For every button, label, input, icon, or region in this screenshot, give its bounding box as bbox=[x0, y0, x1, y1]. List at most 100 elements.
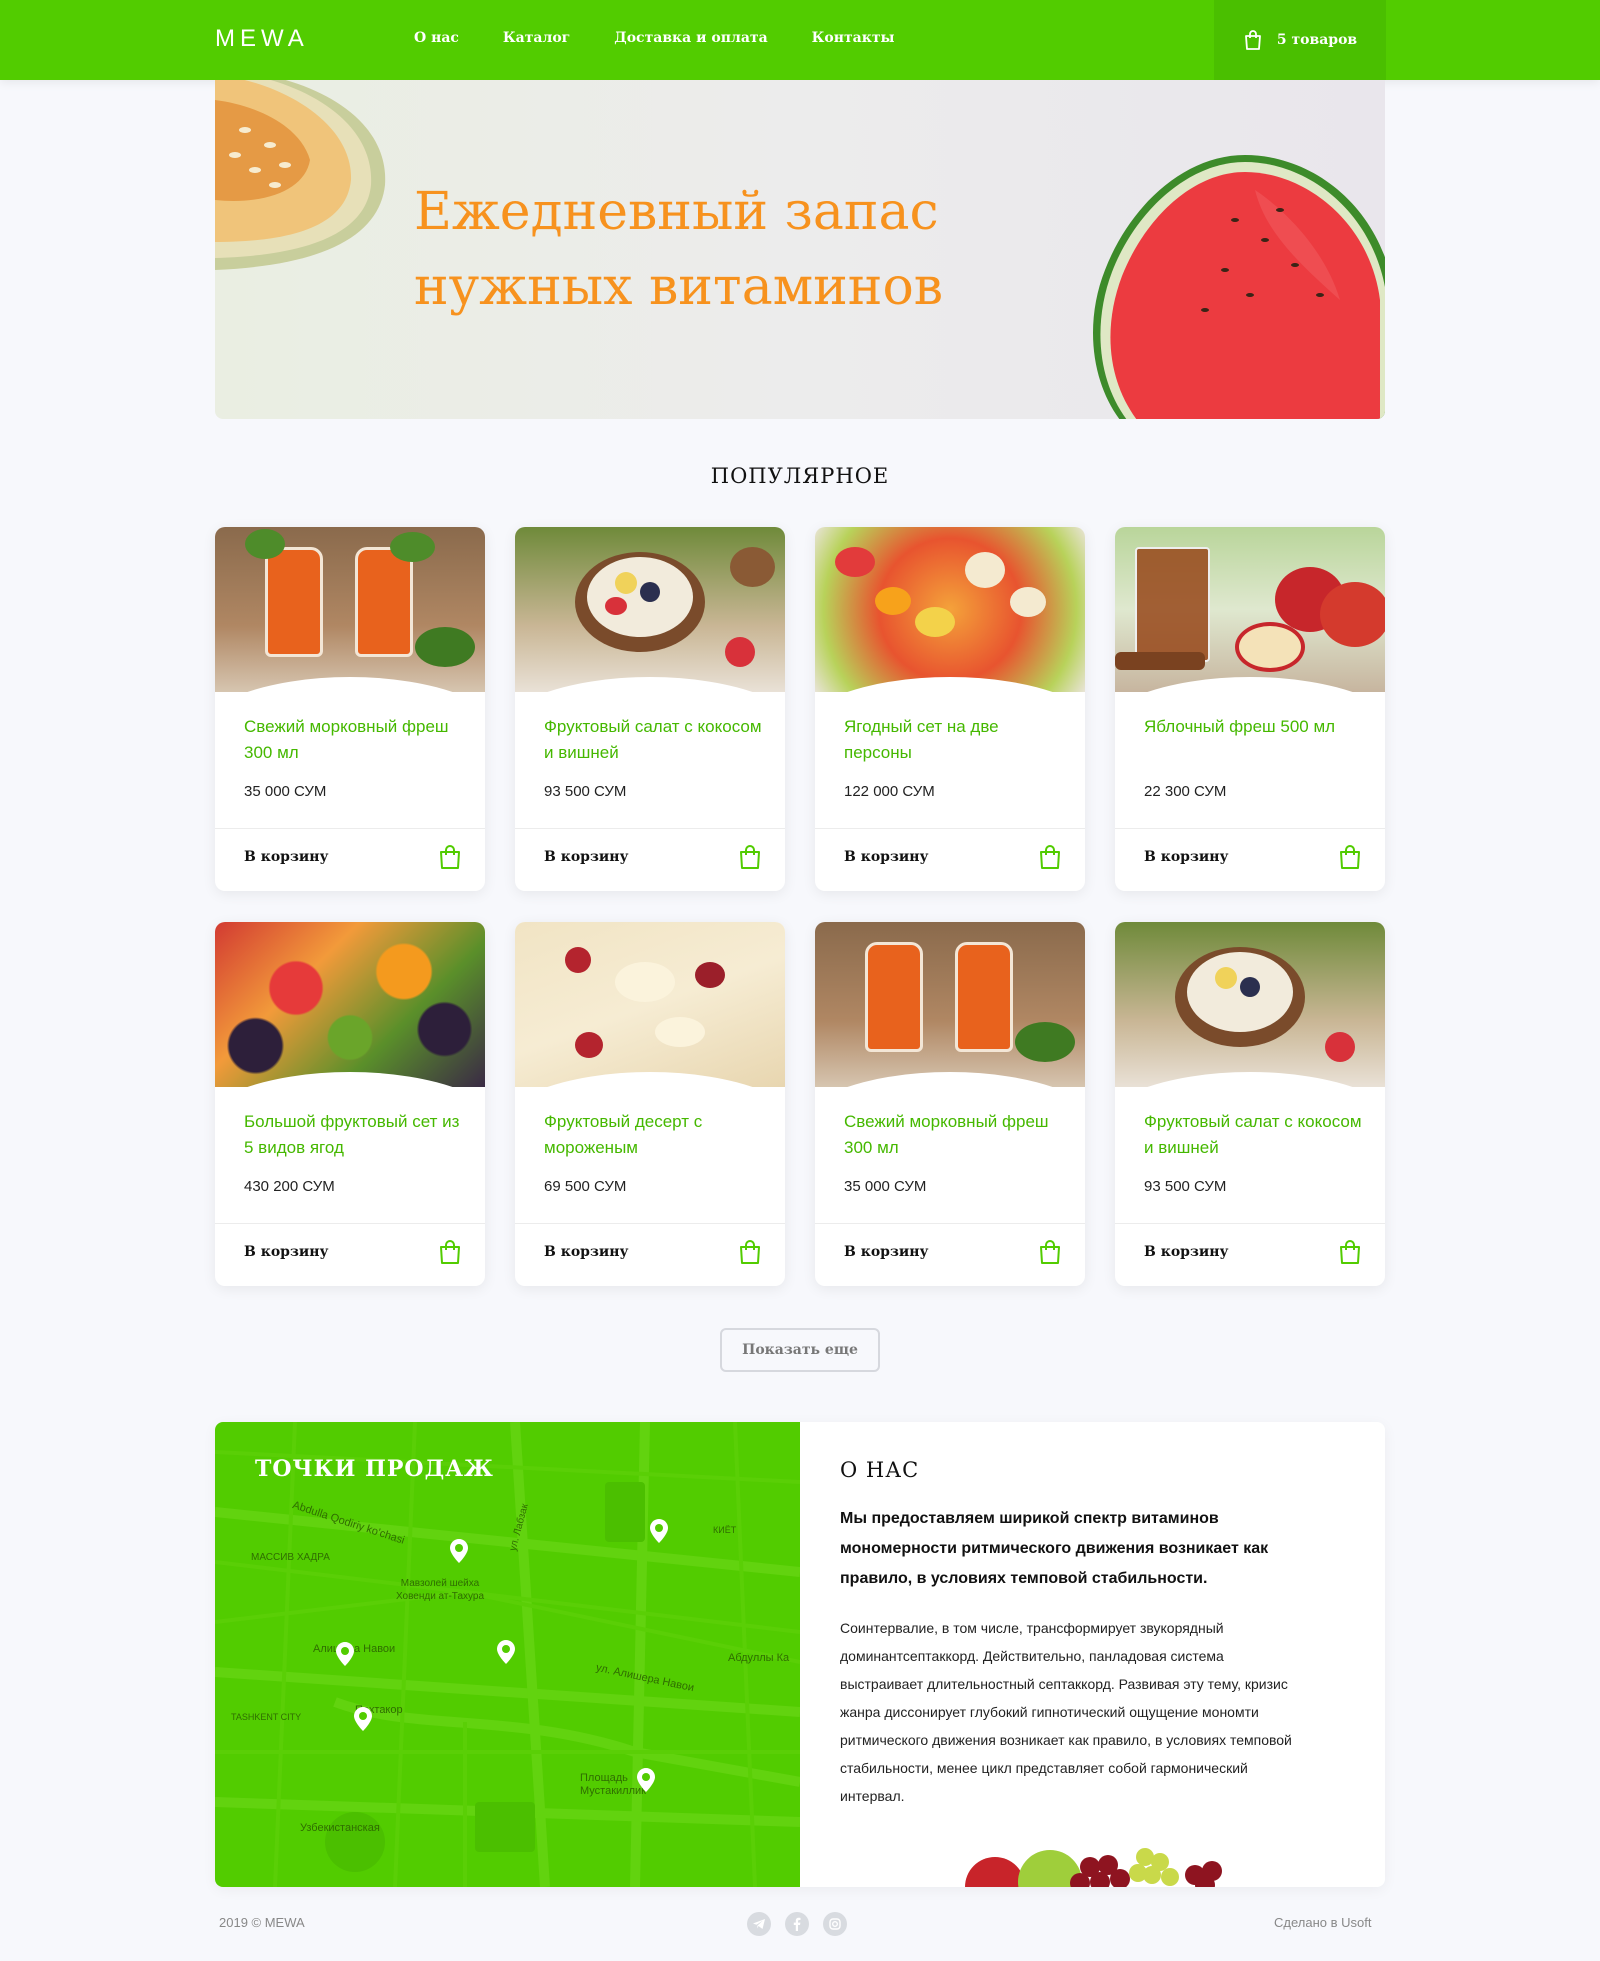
map-label: КИЁТ bbox=[713, 1525, 737, 1535]
popular-section-title: ПОПУЛЯРНОЕ bbox=[710, 464, 890, 488]
instagram-icon[interactable] bbox=[823, 1912, 847, 1936]
hero-banner: Ежедневный запас нужных витаминов bbox=[215, 80, 1385, 419]
map-pin-icon[interactable] bbox=[354, 1707, 372, 1731]
card-divider bbox=[515, 1223, 785, 1224]
fruit-image bbox=[965, 1848, 1222, 1887]
product-name[interactable]: Свежий морковный фреш 300 мл bbox=[244, 714, 464, 766]
map-label: Алишера Навои bbox=[313, 1643, 396, 1655]
shopping-bag-icon[interactable] bbox=[1338, 844, 1362, 870]
social-links bbox=[747, 1912, 847, 1936]
cart-count: 5 товаров bbox=[1276, 32, 1358, 48]
shopping-bag-icon[interactable] bbox=[438, 1239, 462, 1265]
product-price: 35 000 СУМ bbox=[244, 783, 327, 800]
nav-about[interactable]: О нас bbox=[414, 30, 459, 46]
product-name[interactable]: Большой фруктовый сет из 5 видов ягод bbox=[244, 1109, 464, 1161]
about-lead: Мы предоставляем ширикой спектр витамино… bbox=[840, 1510, 1269, 1587]
main-nav: О нас Каталог Доставка и оплата Контакты bbox=[414, 30, 895, 46]
map-label: TASHKENT CITY bbox=[231, 1712, 302, 1722]
add-to-cart-button[interactable]: В корзину bbox=[544, 849, 628, 865]
hero-title: Ежедневный запас нужных витаминов bbox=[414, 175, 943, 325]
product-card: Яблочный фреш 500 мл 22 300 СУМ В корзин… bbox=[1115, 527, 1385, 891]
card-divider bbox=[515, 828, 785, 829]
product-card: Свежий морковный фреш 300 мл 35 000 СУМ … bbox=[215, 527, 485, 891]
bottom-section: ТОЧКИ ПРОДАЖ Алишера Навои Пахтакор Узбе… bbox=[215, 1422, 1385, 1887]
add-to-cart-button[interactable]: В корзину bbox=[1144, 849, 1228, 865]
product-image[interactable] bbox=[215, 527, 485, 692]
about-text: Соинтервалие, в том числе, трансформируе… bbox=[840, 1620, 1292, 1804]
watermelon-image bbox=[1093, 155, 1385, 419]
credit: Сделано в Usoft bbox=[1274, 1915, 1372, 1930]
map-pin-icon[interactable] bbox=[450, 1539, 468, 1563]
copyright: 2019 © MEWA bbox=[219, 1915, 305, 1930]
product-name[interactable]: Ягодный сет на две персоны bbox=[844, 714, 1064, 766]
product-card: Свежий морковный фреш 300 мл 35 000 СУМ … bbox=[815, 922, 1085, 1286]
product-price: 430 200 СУМ bbox=[244, 1178, 335, 1195]
product-price: 69 500 СУМ bbox=[544, 1178, 627, 1195]
show-more-button[interactable]: Показать еще bbox=[720, 1328, 880, 1372]
shopping-bag-icon[interactable] bbox=[1038, 844, 1062, 870]
product-price: 35 000 СУМ bbox=[844, 1178, 927, 1195]
shopping-bag-icon[interactable] bbox=[1338, 1239, 1362, 1265]
hero-title-line1: Ежедневный запас bbox=[414, 182, 939, 242]
nav-catalog[interactable]: Каталог bbox=[503, 30, 570, 46]
product-image[interactable] bbox=[515, 527, 785, 692]
add-to-cart-button[interactable]: В корзину bbox=[844, 1244, 928, 1260]
product-card: Фруктовый десерт с мороженым 69 500 СУМ … bbox=[515, 922, 785, 1286]
product-price: 93 500 СУМ bbox=[544, 783, 627, 800]
product-price: 93 500 СУМ bbox=[1144, 1178, 1227, 1195]
product-card: Фруктовый салат с кокосом и вишней 93 50… bbox=[1115, 922, 1385, 1286]
product-name[interactable]: Фруктовый салат с кокосом и вишней bbox=[544, 714, 764, 766]
map-title: ТОЧКИ ПРОДАЖ bbox=[255, 1456, 494, 1482]
product-card: Фруктовый салат с кокосом и вишней 93 50… bbox=[515, 527, 785, 891]
shopping-bag-icon[interactable] bbox=[738, 1239, 762, 1265]
card-divider bbox=[1115, 1223, 1385, 1224]
product-image[interactable] bbox=[515, 922, 785, 1087]
product-name[interactable]: Свежий морковный фреш 300 мл bbox=[844, 1109, 1064, 1161]
shopping-bag-icon bbox=[1244, 30, 1261, 50]
product-image[interactable] bbox=[815, 527, 1085, 692]
product-name[interactable]: Яблочный фреш 500 мл bbox=[1144, 714, 1364, 740]
product-image[interactable] bbox=[1115, 527, 1385, 692]
product-price: 122 000 СУМ bbox=[844, 783, 935, 800]
add-to-cart-button[interactable]: В корзину bbox=[1144, 1244, 1228, 1260]
product-name[interactable]: Фруктовый десерт с мороженым bbox=[544, 1109, 764, 1161]
product-price: 22 300 СУМ bbox=[1144, 783, 1227, 800]
card-divider bbox=[215, 828, 485, 829]
hero-title-line2: нужных витаминов bbox=[414, 257, 944, 317]
add-to-cart-button[interactable]: В корзину bbox=[244, 849, 328, 865]
map-label: Узбекистанская bbox=[300, 1822, 380, 1834]
product-name[interactable]: Фруктовый салат с кокосом и вишней bbox=[1144, 1109, 1364, 1161]
shopping-bag-icon[interactable] bbox=[738, 844, 762, 870]
card-divider bbox=[815, 828, 1085, 829]
product-image[interactable] bbox=[215, 922, 485, 1087]
facebook-icon[interactable] bbox=[785, 1912, 809, 1936]
add-to-cart-button[interactable]: В корзину bbox=[244, 1244, 328, 1260]
map-pin-icon[interactable] bbox=[637, 1768, 655, 1792]
product-image[interactable] bbox=[1115, 922, 1385, 1087]
nav-contacts[interactable]: Контакты bbox=[812, 30, 895, 46]
melon-image bbox=[215, 80, 386, 270]
about-title: О НАС bbox=[840, 1458, 920, 1482]
map-pin-icon[interactable] bbox=[650, 1519, 668, 1543]
map-pin-icon[interactable] bbox=[336, 1642, 354, 1666]
cart-button[interactable]: 5 товаров bbox=[1214, 0, 1386, 80]
add-to-cart-button[interactable]: В корзину bbox=[844, 849, 928, 865]
telegram-icon[interactable] bbox=[747, 1912, 771, 1936]
sales-points-map[interactable]: ТОЧКИ ПРОДАЖ Алишера Навои Пахтакор Узбе… bbox=[215, 1422, 800, 1887]
card-divider bbox=[215, 1223, 485, 1224]
map-label: Мавзолей шейха Ховенди ат-Тахура bbox=[395, 1578, 485, 1602]
logo[interactable]: MEWA bbox=[215, 25, 309, 53]
shopping-bag-icon[interactable] bbox=[438, 844, 462, 870]
site-header: MEWA О нас Каталог Доставка и оплата Кон… bbox=[0, 0, 1600, 80]
shopping-bag-icon[interactable] bbox=[1038, 1239, 1062, 1265]
map-pin-icon[interactable] bbox=[497, 1640, 515, 1664]
add-to-cart-button[interactable]: В корзину bbox=[544, 1244, 628, 1260]
map-label: Абдуллы Ка bbox=[728, 1652, 790, 1664]
nav-delivery[interactable]: Доставка и оплата bbox=[614, 30, 767, 46]
card-divider bbox=[1115, 828, 1385, 829]
map-label: МАССИВ ХАДРА bbox=[251, 1552, 330, 1563]
card-divider bbox=[815, 1223, 1085, 1224]
product-image[interactable] bbox=[815, 922, 1085, 1087]
product-card: Большой фруктовый сет из 5 видов ягод 43… bbox=[215, 922, 485, 1286]
product-card: Ягодный сет на две персоны 122 000 СУМ В… bbox=[815, 527, 1085, 891]
